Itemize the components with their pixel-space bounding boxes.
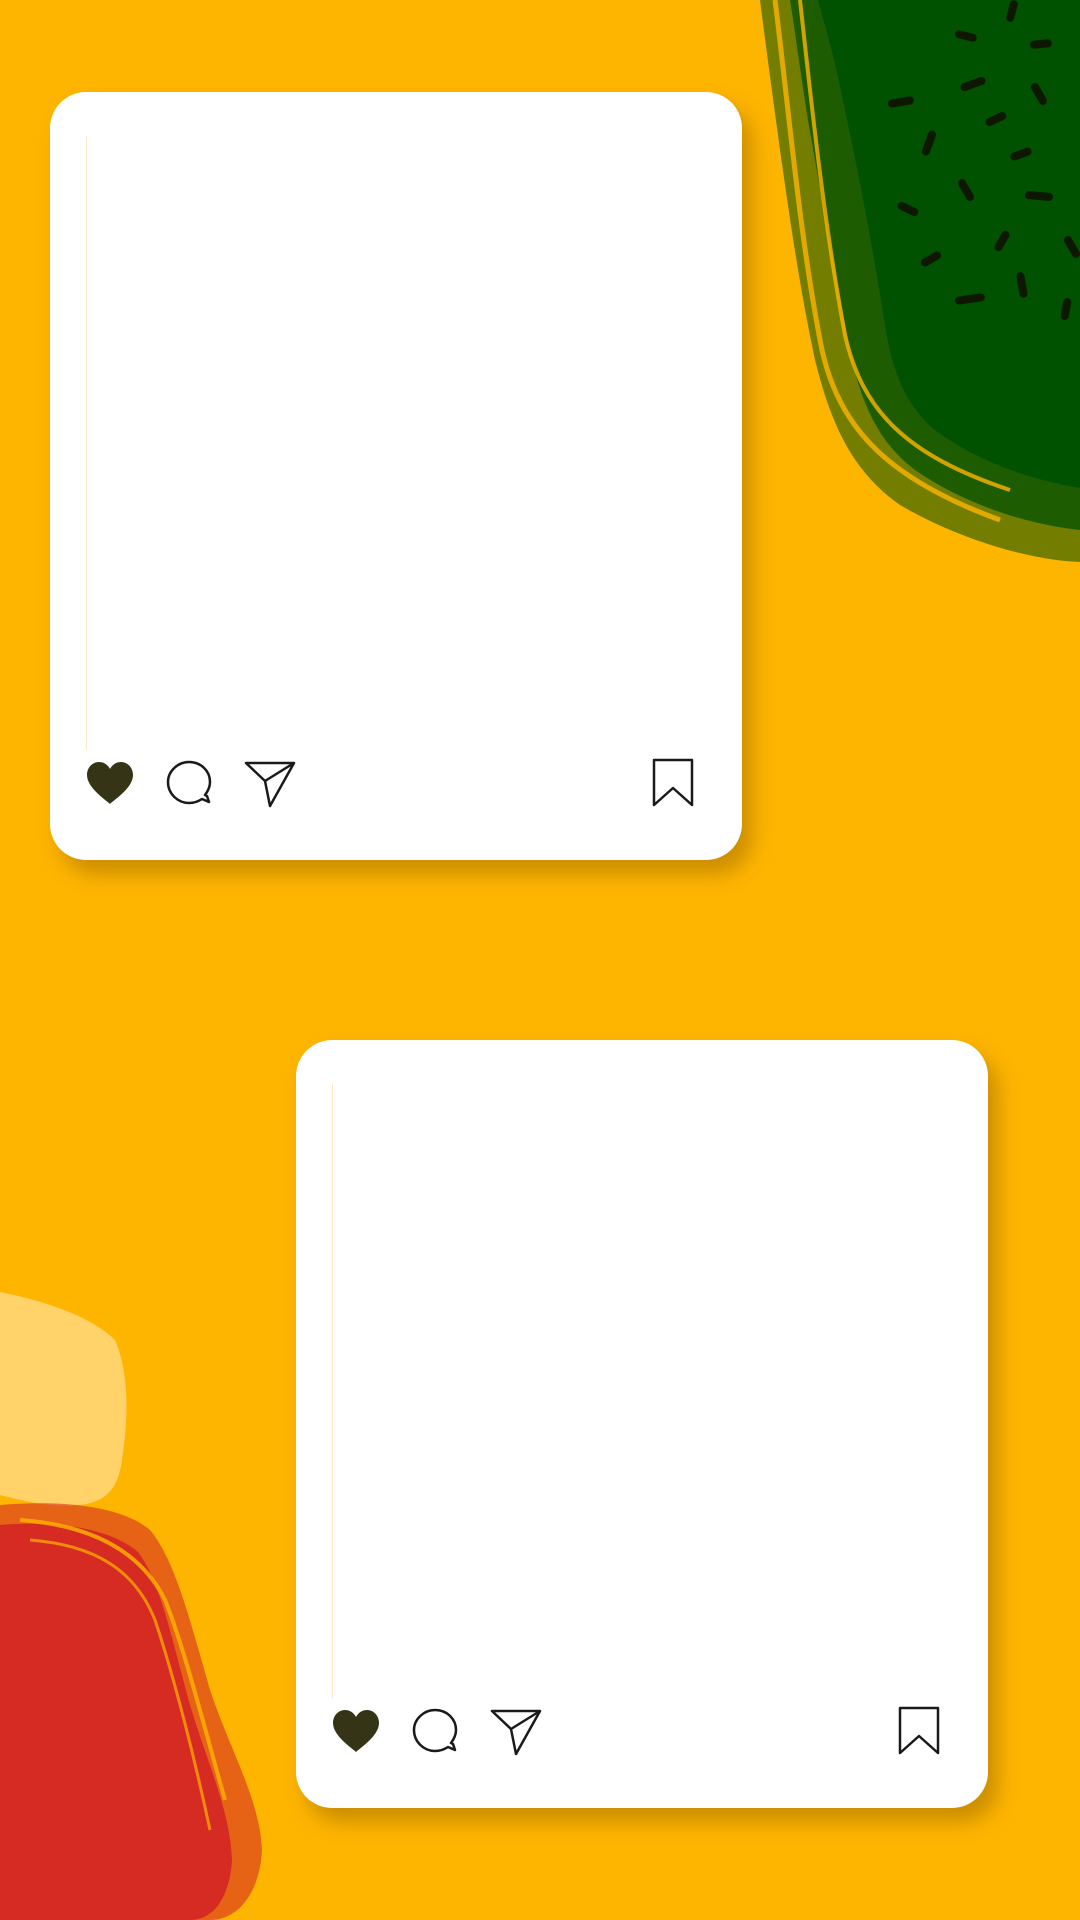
heart-icon[interactable] (85, 760, 135, 806)
heart-icon[interactable] (331, 1708, 381, 1754)
share-send-icon[interactable] (244, 760, 296, 808)
post-image-placeholder (86, 136, 706, 750)
post-card (50, 92, 742, 860)
post-image-placeholder (332, 1084, 952, 1698)
post-card (296, 1040, 988, 1808)
bookmark-icon[interactable] (651, 758, 695, 808)
pale-yellow-brush-blob (0, 1292, 127, 1506)
comment-icon[interactable] (166, 760, 212, 806)
share-send-icon[interactable] (490, 1708, 542, 1756)
comment-icon[interactable] (412, 1708, 458, 1754)
green-brush-blob (760, 0, 1080, 562)
bookmark-icon[interactable] (897, 1706, 941, 1756)
red-brush-blob (0, 1503, 262, 1920)
